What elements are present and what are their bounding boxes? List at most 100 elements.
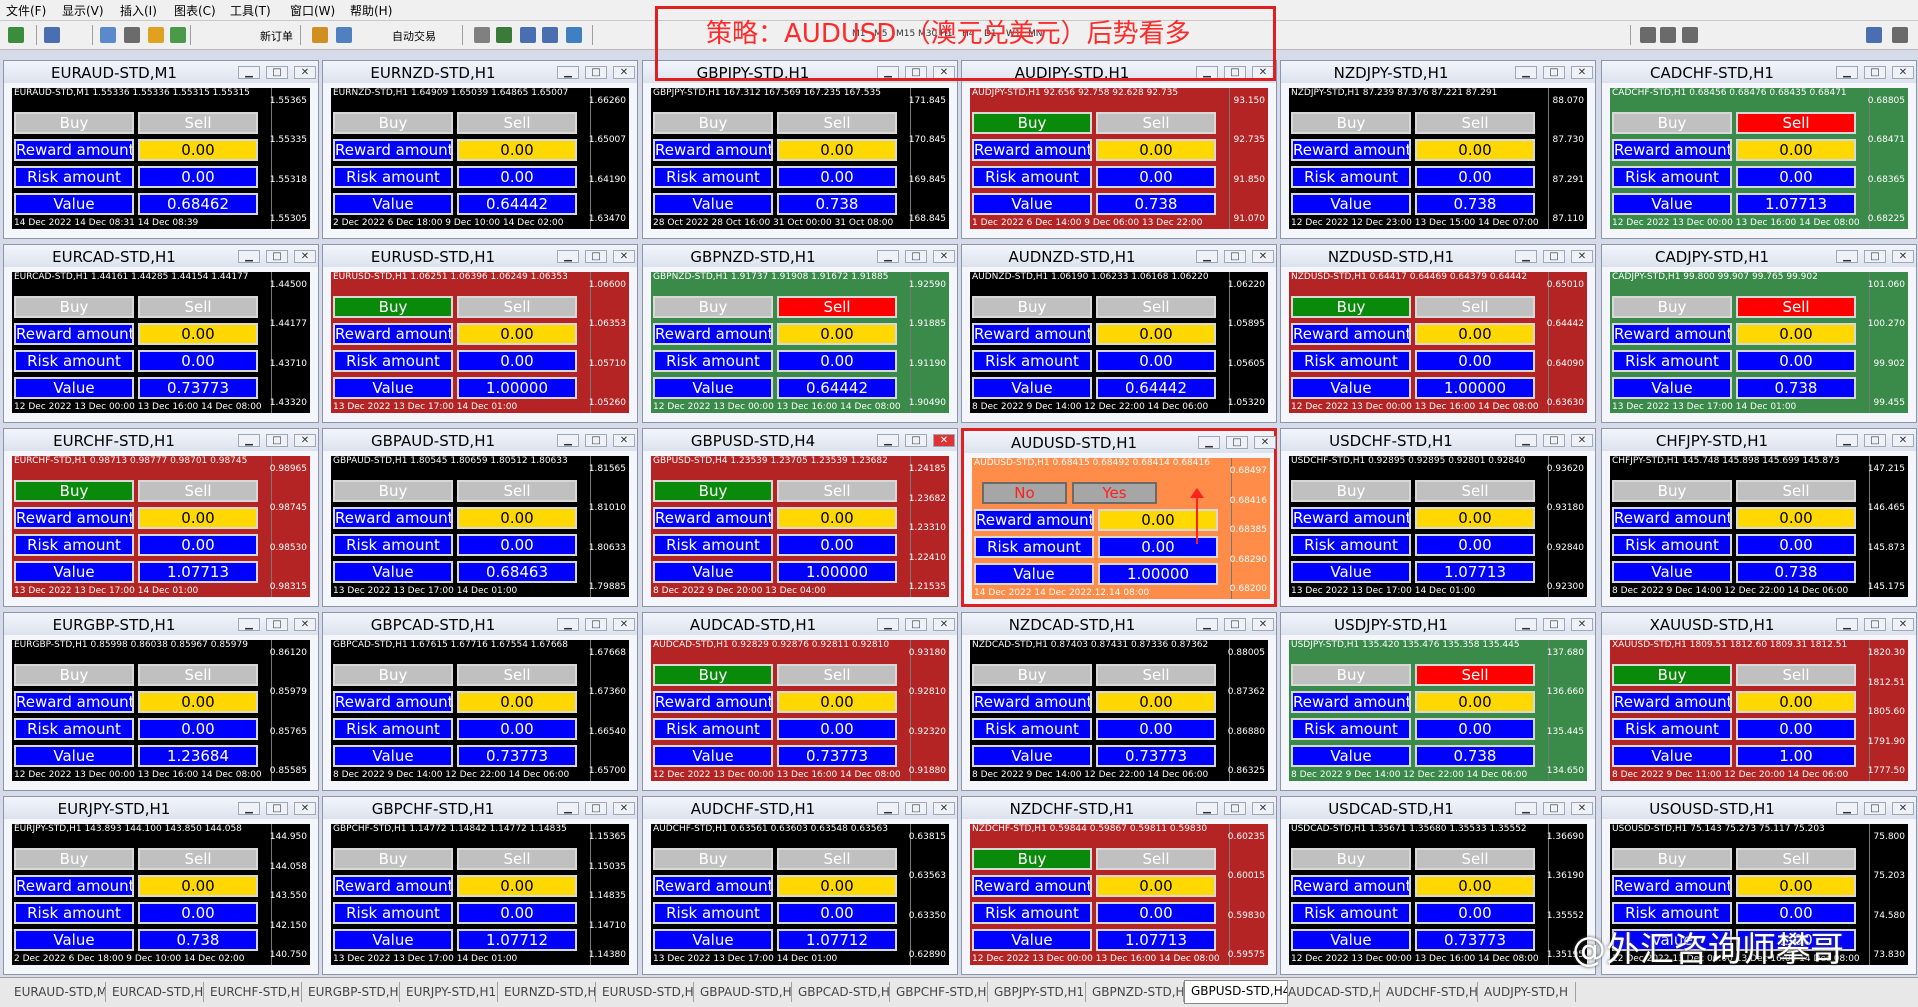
price-chart[interactable]: GBPAUD-STD,H1 1.80545 1.80659 1.80512 1.…: [331, 456, 629, 597]
price-chart[interactable]: NZDCHF-STD,H1 0.59844 0.59867 0.59811 0.…: [970, 824, 1268, 965]
chart-window[interactable]: EURUSD-STD,H1 ▁ □ ✕ EURUSD-STD,H1 1.06251 1.…: [322, 244, 638, 423]
minimize-button[interactable]: ▁: [1836, 66, 1858, 79]
price-chart[interactable]: XAUUSD-STD,H1 1809.51 1812.60 1809.31 18…: [1610, 640, 1908, 781]
window-titlebar[interactable]: EURAUD-STD,M1 ▁ □ ✕: [4, 61, 318, 83]
close-button[interactable]: ✕: [294, 66, 316, 79]
chart-window[interactable]: EURJPY-STD,H1 ▁ □ ✕ EURJPY-STD,H1 143.893 14…: [3, 796, 319, 975]
chart-window[interactable]: EURCAD-STD,H1 ▁ □ ✕ EURCAD-STD,H1 1.44161 1.…: [3, 244, 319, 423]
buy-button[interactable]: Buy: [653, 848, 773, 870]
maximize-button[interactable]: □: [266, 618, 288, 631]
chart-window[interactable]: USDJPY-STD,H1 ▁ □ ✕ USDJPY-STD,H1 135.420 13…: [1280, 612, 1596, 791]
sell-button[interactable]: Sell: [777, 480, 897, 502]
risk-amount-value[interactable]: 0.00: [1096, 350, 1216, 372]
risk-amount-value[interactable]: 0.00: [138, 166, 258, 188]
reward-amount-value[interactable]: 0.00: [777, 691, 897, 713]
navigator-icon[interactable]: [148, 27, 164, 43]
window-titlebar[interactable]: NZDCAD-STD,H1 ▁ □ ✕: [962, 613, 1276, 635]
close-button[interactable]: ✕: [933, 250, 955, 263]
reward-amount-value[interactable]: 0.00: [777, 875, 897, 897]
chart-tab[interactable]: GBPJPY-STD,H1: [988, 982, 1086, 1002]
risk-amount-value[interactable]: 0.00: [777, 534, 897, 556]
window-titlebar[interactable]: USDCAD-STD,H1 ▁ □ ✕: [1281, 797, 1595, 819]
risk-amount-value[interactable]: 0.00: [457, 534, 577, 556]
chart-tab[interactable]: GBPCHF-STD,H1: [890, 982, 988, 1002]
risk-amount-value[interactable]: 0.00: [1096, 902, 1216, 924]
price-chart[interactable]: CADJPY-STD,H1 99.800 99.907 99.765 99.90…: [1610, 272, 1908, 413]
chart-tab[interactable]: GBPNZD-STD,H1: [1086, 982, 1184, 1002]
chart-tab[interactable]: EURUSD-STD,H1: [596, 982, 694, 1002]
price-chart[interactable]: NZDCAD-STD,H1 0.87403 0.87431 0.87336 0.…: [970, 640, 1268, 781]
risk-amount-value[interactable]: 0.00: [457, 350, 577, 372]
reward-amount-value[interactable]: 0.00: [1736, 875, 1856, 897]
reward-amount-value[interactable]: 0.00: [457, 323, 577, 345]
buy-button[interactable]: Buy: [653, 296, 773, 318]
maximize-button[interactable]: □: [1543, 802, 1565, 815]
reward-amount-value[interactable]: 0.00: [1415, 691, 1535, 713]
minimize-button[interactable]: ▁: [1515, 250, 1537, 263]
risk-amount-value[interactable]: 0.00: [1096, 166, 1216, 188]
buy-button[interactable]: Buy: [1291, 296, 1411, 318]
close-button[interactable]: ✕: [1571, 802, 1593, 815]
close-button[interactable]: ✕: [933, 434, 955, 447]
window-titlebar[interactable]: EURUSD-STD,H1 ▁ □ ✕: [323, 245, 637, 267]
sell-button[interactable]: Sell: [457, 480, 577, 502]
profiles-icon[interactable]: [44, 27, 60, 43]
risk-amount-value[interactable]: 0.00: [1736, 902, 1856, 924]
maximize-button[interactable]: □: [1864, 66, 1886, 79]
reward-amount-value[interactable]: 0.00: [1415, 875, 1535, 897]
reward-amount-value[interactable]: 0.00: [1098, 509, 1218, 531]
price-chart[interactable]: NZDJPY-STD,H1 87.239 87.376 87.221 87.29…: [1289, 88, 1587, 229]
minimize-button[interactable]: ▁: [1196, 618, 1218, 631]
maximize-button[interactable]: □: [585, 434, 607, 447]
new-order-button[interactable]: 新订单: [260, 28, 293, 44]
window-titlebar[interactable]: AUDCHF-STD,H1 ▁ □ ✕: [643, 797, 957, 819]
chart-window[interactable]: GBPAUD-STD,H1 ▁ □ ✕ GBPAUD-STD,H1 1.80545 1.…: [322, 428, 638, 607]
reward-amount-value[interactable]: 0.00: [138, 507, 258, 529]
reward-amount-value[interactable]: 0.00: [1096, 323, 1216, 345]
buy-button[interactable]: Buy: [14, 112, 134, 134]
sell-button[interactable]: Sell: [1096, 664, 1216, 686]
close-button[interactable]: ✕: [294, 618, 316, 631]
strategy-tester-icon[interactable]: [336, 27, 352, 43]
buy-button[interactable]: Buy: [1291, 664, 1411, 686]
sell-button[interactable]: Sell: [777, 296, 897, 318]
reward-amount-value[interactable]: 0.00: [1096, 139, 1216, 161]
risk-amount-value[interactable]: 0.00: [1736, 534, 1856, 556]
minimize-button[interactable]: ▁: [877, 434, 899, 447]
maximize-button[interactable]: □: [905, 802, 927, 815]
maximize-button[interactable]: □: [585, 802, 607, 815]
arrow-icon[interactable]: [1682, 27, 1698, 43]
window-titlebar[interactable]: AUDUSD-STD,H1 ▁ □ ✕: [964, 431, 1276, 453]
chart-window[interactable]: AUDCAD-STD,H1 ▁ □ ✕ AUDCAD-STD,H1 0.92829 0.…: [642, 612, 958, 791]
tile-icon[interactable]: [566, 27, 582, 43]
chart-window[interactable]: NZDCHF-STD,H1 ▁ □ ✕ NZDCHF-STD,H1 0.59844 0.…: [961, 796, 1277, 975]
sell-button[interactable]: Sell: [1415, 296, 1535, 318]
sell-button[interactable]: Sell: [138, 480, 258, 502]
window-titlebar[interactable]: EURJPY-STD,H1 ▁ □ ✕: [4, 797, 318, 819]
minimize-button[interactable]: ▁: [877, 250, 899, 263]
no-button[interactable]: No: [982, 482, 1067, 504]
risk-amount-value[interactable]: 0.00: [1098, 536, 1218, 558]
minimize-button[interactable]: ▁: [238, 66, 260, 79]
window-titlebar[interactable]: GBPCAD-STD,H1 ▁ □ ✕: [323, 613, 637, 635]
reward-amount-value[interactable]: 0.00: [457, 507, 577, 529]
price-chart[interactable]: EURCAD-STD,H1 1.44161 1.44285 1.44154 1.…: [12, 272, 310, 413]
price-chart[interactable]: EURUSD-STD,H1 1.06251 1.06396 1.06249 1.…: [331, 272, 629, 413]
close-button[interactable]: ✕: [613, 434, 635, 447]
sell-button[interactable]: Sell: [457, 112, 577, 134]
close-button[interactable]: ✕: [294, 250, 316, 263]
window-titlebar[interactable]: USDJPY-STD,H1 ▁ □ ✕: [1281, 613, 1595, 635]
sell-button[interactable]: Sell: [1736, 848, 1856, 870]
price-chart[interactable]: AUDJPY-STD,H1 92.656 92.758 92.628 92.73…: [970, 88, 1268, 229]
minimize-button[interactable]: ▁: [557, 434, 579, 447]
price-chart[interactable]: GBPCHF-STD,H1 1.14772 1.14842 1.14772 1.…: [331, 824, 629, 965]
close-button[interactable]: ✕: [613, 618, 635, 631]
chart-tab[interactable]: GBPAUD-STD,H1: [694, 982, 792, 1002]
reward-amount-value[interactable]: 0.00: [1736, 691, 1856, 713]
chart-window[interactable]: EURAUD-STD,M1 ▁ □ ✕ EURAUD-STD,M1 1.55336 1.…: [3, 60, 319, 239]
chart-window[interactable]: AUDCHF-STD,H1 ▁ □ ✕ AUDCHF-STD,H1 0.63561 0.…: [642, 796, 958, 975]
buy-button[interactable]: Buy: [1612, 112, 1732, 134]
risk-amount-value[interactable]: 0.00: [1415, 166, 1535, 188]
chart-window[interactable]: GBPCHF-STD,H1 ▁ □ ✕ GBPCHF-STD,H1 1.14772 1.…: [322, 796, 638, 975]
zoom-in-icon[interactable]: [520, 27, 536, 43]
